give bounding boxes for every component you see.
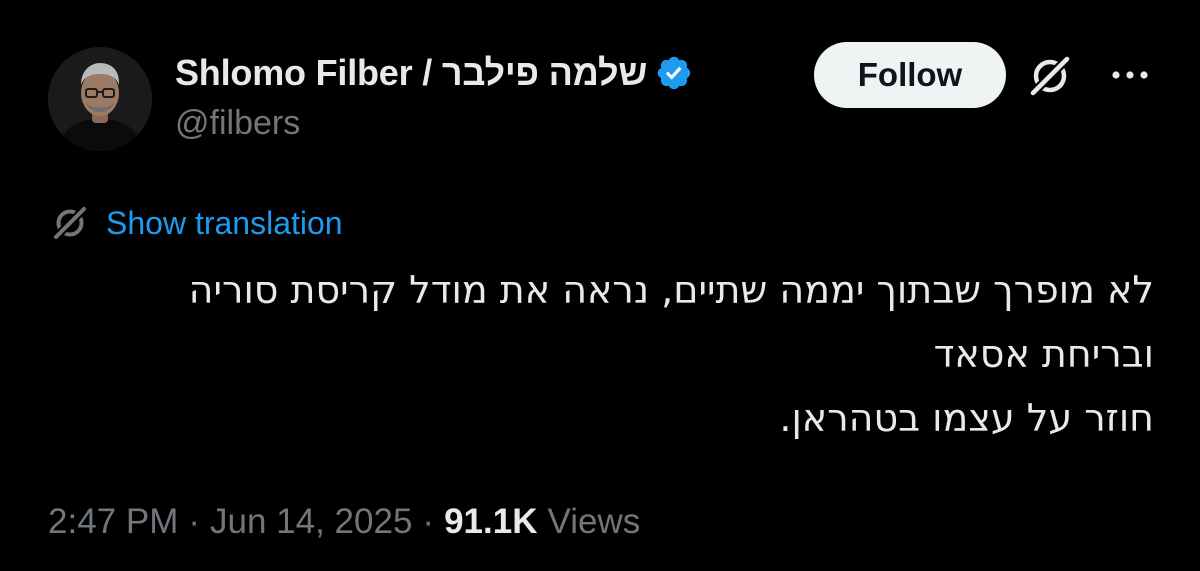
meta-separator: · (188, 502, 201, 541)
avatar[interactable] (48, 47, 152, 151)
author-name-row[interactable]: Shlomo Filber / שלמה פילבר (175, 50, 693, 96)
show-translation-row[interactable]: Show translation (48, 201, 343, 245)
translate-icon (48, 201, 92, 245)
views-label: Views (547, 502, 641, 541)
show-translation-link[interactable]: Show translation (106, 205, 343, 242)
profile-photo (48, 47, 152, 151)
tweet-meta: 2:47 PM · Jun 14, 2025 · 91.1K Views (48, 497, 640, 547)
tweet-text-line: לא מופרך שבתוך יממה שתיים, נראה את מודל … (188, 268, 1154, 312)
tweet-text-line: חוזר על עצמו בטהראן. (779, 396, 1154, 440)
tweet-text-line: ובריחת אסאד (933, 332, 1154, 376)
tweet-time[interactable]: 2:47 PM (48, 502, 178, 542)
grok-icon[interactable] (1024, 50, 1076, 102)
more-options-icon[interactable] (1108, 62, 1152, 88)
tweet-text: לא מופרך שבתוך יממה שתיים, נראה את מודל … (44, 258, 1154, 450)
verified-badge-icon[interactable] (655, 54, 693, 92)
follow-button[interactable]: Follow (814, 42, 1006, 108)
tweet-date[interactable]: Jun 14, 2025 (210, 502, 412, 542)
views-count: 91.1K (444, 502, 538, 541)
author-display-name[interactable]: Shlomo Filber / שלמה פילבר (175, 52, 647, 94)
tweet-card: Shlomo Filber / שלמה פילבר @filbers Foll… (0, 0, 1200, 571)
meta-separator: · (422, 502, 435, 541)
author-handle[interactable]: @filbers (175, 104, 300, 143)
